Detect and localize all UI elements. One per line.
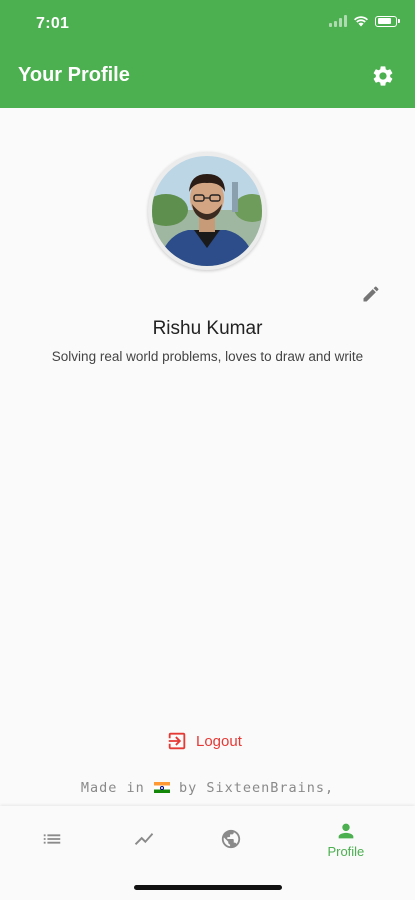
nav-item-list[interactable] [0,806,104,872]
battery-icon [375,15,400,27]
gear-icon [373,66,393,86]
footer-suffix: by SixteenBrains, [179,780,335,796]
edit-profile-button[interactable] [361,284,381,304]
logout-label: Logout [196,732,242,750]
nav-item-profile[interactable]: Profile [294,806,398,872]
list-icon [43,834,61,844]
footer-prefix: Made in [80,780,145,796]
logout-icon [168,732,186,750]
app-bar: 7:01 Your Profile [0,0,415,108]
profile-bio: Solving real world problems, loves to dr… [51,349,364,364]
person-icon [338,823,354,838]
pencil-icon [363,286,379,302]
page-title: Your Profile [18,64,130,86]
avatar [148,152,266,270]
globe-icon [221,829,241,849]
profile-name: Rishu Kumar [152,318,263,339]
signal-icon [329,15,347,27]
logout-button[interactable]: Logout [166,728,242,754]
status-icons [329,15,400,27]
settings-button[interactable] [371,64,395,88]
nav-label-profile: Profile [327,843,365,859]
footer-credit: Made in by SixteenBrains, [0,780,415,796]
status-time: 7:01 [36,15,70,32]
india-flag-icon [153,782,170,793]
trending-icon [134,833,154,845]
home-indicator [134,885,282,890]
wifi-icon [354,16,368,27]
nav-item-globe[interactable] [179,806,283,872]
